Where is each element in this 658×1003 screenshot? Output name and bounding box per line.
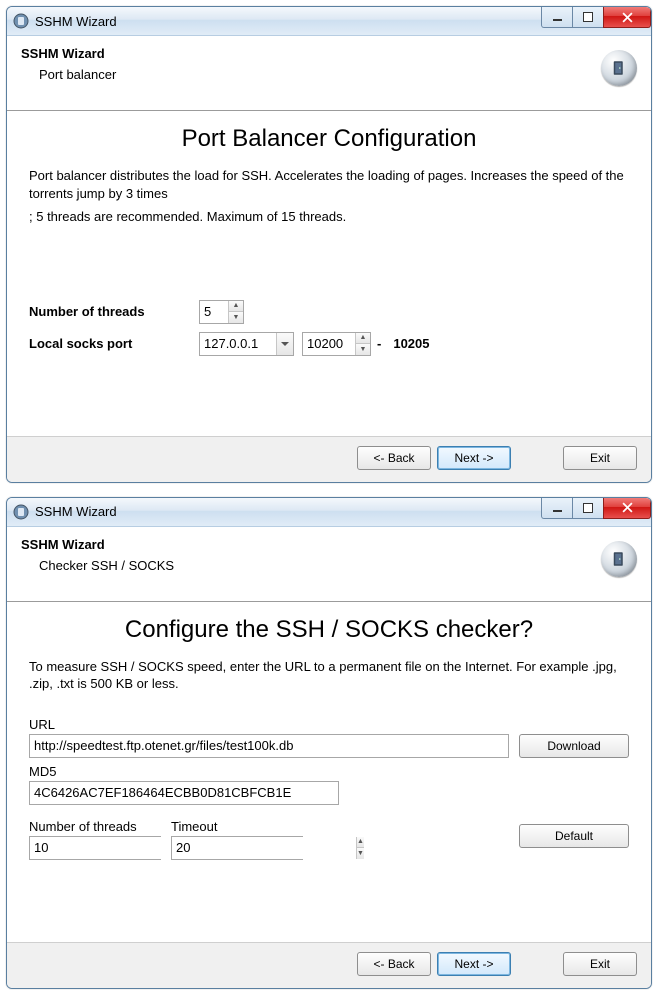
window-title: SSHM Wizard — [35, 14, 117, 29]
exit-button[interactable]: Exit — [563, 952, 637, 976]
wizard-header-title: SSHM Wizard — [21, 46, 637, 61]
close-button[interactable] — [603, 7, 651, 28]
app-icon — [13, 13, 29, 29]
titlebar[interactable]: SSHM Wizard — [7, 7, 651, 36]
window-controls — [542, 498, 651, 518]
socks-port-input[interactable] — [303, 333, 355, 355]
wizard-header-subtitle: Port balancer — [21, 67, 637, 82]
socks-port-stepper[interactable]: ▲▼ — [302, 332, 371, 356]
door-icon — [601, 50, 637, 86]
socks-row: Local socks port ▲▼ - 10205 — [29, 332, 629, 356]
timeout-col: Timeout ▲▼ — [171, 813, 303, 860]
stepper-buttons[interactable]: ▲▼ — [356, 837, 364, 859]
download-button[interactable]: Download — [519, 734, 629, 758]
step-down-icon[interactable]: ▼ — [356, 344, 370, 355]
socks-label: Local socks port — [29, 336, 199, 351]
page-title: Configure the SSH / SOCKS checker? — [29, 616, 629, 644]
wizard-header: SSHM Wizard Port balancer — [7, 36, 651, 110]
maximize-button[interactable] — [572, 7, 604, 28]
url-label: URL — [29, 717, 629, 732]
threads-row: Number of threads ▲▼ — [29, 300, 629, 324]
app-icon — [13, 504, 29, 520]
threads-col: Number of threads ▲▼ — [29, 813, 161, 860]
wizard-content: Configure the SSH / SOCKS checker? To me… — [7, 602, 651, 942]
wizard-header: SSHM Wizard Checker SSH / SOCKS — [7, 527, 651, 601]
button-bar: <- Back Next -> Exit — [7, 436, 651, 482]
timeout-label: Timeout — [171, 819, 303, 834]
wizard-content: Port Balancer Configuration Port balance… — [7, 111, 651, 436]
stepper-buttons[interactable]: ▲▼ — [228, 301, 243, 323]
step-down-icon[interactable]: ▼ — [357, 848, 364, 859]
description-line1: Port balancer distributes the load for S… — [29, 167, 629, 202]
stepper-buttons[interactable]: ▲▼ — [355, 333, 370, 355]
wizard-window-checker: SSHM Wizard SSHM Wizard Checker SSH / SO… — [6, 497, 652, 989]
url-input[interactable] — [29, 734, 509, 758]
threads-input[interactable] — [200, 301, 228, 323]
door-icon — [601, 541, 637, 577]
wizard-header-title: SSHM Wizard — [21, 537, 637, 552]
step-up-icon[interactable]: ▲ — [356, 333, 370, 345]
url-row: Download — [29, 734, 629, 758]
window-controls — [542, 7, 651, 27]
default-button[interactable]: Default — [519, 824, 629, 848]
back-button[interactable]: <- Back — [357, 952, 431, 976]
threads-stepper[interactable]: ▲▼ — [29, 836, 161, 860]
md5-input[interactable] — [29, 781, 339, 805]
minimize-button[interactable] — [541, 498, 573, 519]
wizard-header-subtitle: Checker SSH / SOCKS — [21, 558, 637, 573]
socks-host-combo[interactable] — [199, 332, 294, 356]
md5-label: MD5 — [29, 764, 629, 779]
maximize-button[interactable] — [572, 498, 604, 519]
wizard-window-port-balancer: SSHM Wizard SSHM Wizard Port balancer Po… — [6, 6, 652, 483]
back-button[interactable]: <- Back — [357, 446, 431, 470]
minimize-button[interactable] — [541, 7, 573, 28]
timeout-stepper[interactable]: ▲▼ — [171, 836, 303, 860]
page-title: Port Balancer Configuration — [29, 125, 629, 153]
button-bar: <- Back Next -> Exit — [7, 942, 651, 988]
next-button[interactable]: Next -> — [437, 952, 511, 976]
threads-stepper[interactable]: ▲▼ — [199, 300, 244, 324]
threads-label: Number of threads — [29, 819, 161, 834]
dash: - — [377, 336, 381, 351]
socks-port-end: 10205 — [393, 336, 429, 351]
timeout-input[interactable] — [172, 837, 356, 859]
window-title: SSHM Wizard — [35, 504, 117, 519]
description: To measure SSH / SOCKS speed, enter the … — [29, 658, 629, 693]
step-up-icon[interactable]: ▲ — [357, 837, 364, 849]
next-button[interactable]: Next -> — [437, 446, 511, 470]
threads-label: Number of threads — [29, 304, 199, 319]
exit-button[interactable]: Exit — [563, 446, 637, 470]
chevron-down-icon[interactable] — [276, 333, 293, 355]
socks-host-input[interactable] — [200, 333, 276, 355]
titlebar[interactable]: SSHM Wizard — [7, 498, 651, 527]
close-button[interactable] — [603, 498, 651, 519]
step-up-icon[interactable]: ▲ — [229, 301, 243, 313]
description-line2: ; 5 threads are recommended. Maximum of … — [29, 208, 629, 226]
step-down-icon[interactable]: ▼ — [229, 312, 243, 323]
